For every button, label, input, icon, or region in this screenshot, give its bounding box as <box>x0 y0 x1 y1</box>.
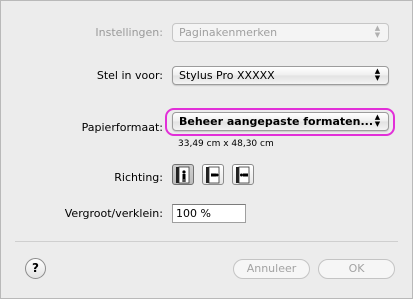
landscape-reversed-orientation-button[interactable] <box>232 164 254 185</box>
settings-value: Paginakenmerken <box>179 26 278 39</box>
popup-arrows-icon: ▲ ▼ <box>374 24 381 39</box>
page-setup-dialog: Instellingen: Paginakenmerken ▲ ▼ Stel in… <box>0 0 413 299</box>
scale-label: Vergroot/verklein: <box>64 207 163 220</box>
portrait-orientation-button[interactable] <box>172 164 194 185</box>
cancel-button[interactable]: Annuleer <box>233 259 310 279</box>
paper-size-label: Papierformaat: <box>81 121 163 134</box>
separator <box>15 241 398 242</box>
landscape-orientation-button[interactable] <box>202 164 224 185</box>
paper-size-value: Beheer aangepaste formaten... <box>179 115 373 128</box>
paper-size-popup[interactable]: Beheer aangepaste formaten... ▲ ▼ <box>172 112 389 131</box>
landscape-orientation-icon <box>206 166 220 184</box>
help-button[interactable]: ? <box>25 258 46 279</box>
format-for-popup[interactable]: Stylus Pro XXXXX ▲ ▼ <box>172 66 389 85</box>
settings-popup[interactable]: Paginakenmerken ▲ ▼ <box>172 23 389 42</box>
popup-arrows-icon: ▲ ▼ <box>374 113 381 128</box>
format-for-label: Stel in voor: <box>96 69 163 82</box>
orientation-label: Richting: <box>114 171 163 184</box>
portrait-orientation-icon <box>176 166 190 184</box>
ok-button[interactable]: OK <box>318 259 395 279</box>
paper-dimensions: 33,49 cm x 48,30 cm <box>178 139 274 149</box>
format-for-value: Stylus Pro XXXXX <box>179 69 275 82</box>
popup-arrows-icon: ▲ ▼ <box>374 67 381 82</box>
landscape-reversed-orientation-icon <box>236 166 250 184</box>
scale-input[interactable]: 100 % <box>172 204 246 223</box>
settings-label: Instellingen: <box>95 26 163 39</box>
